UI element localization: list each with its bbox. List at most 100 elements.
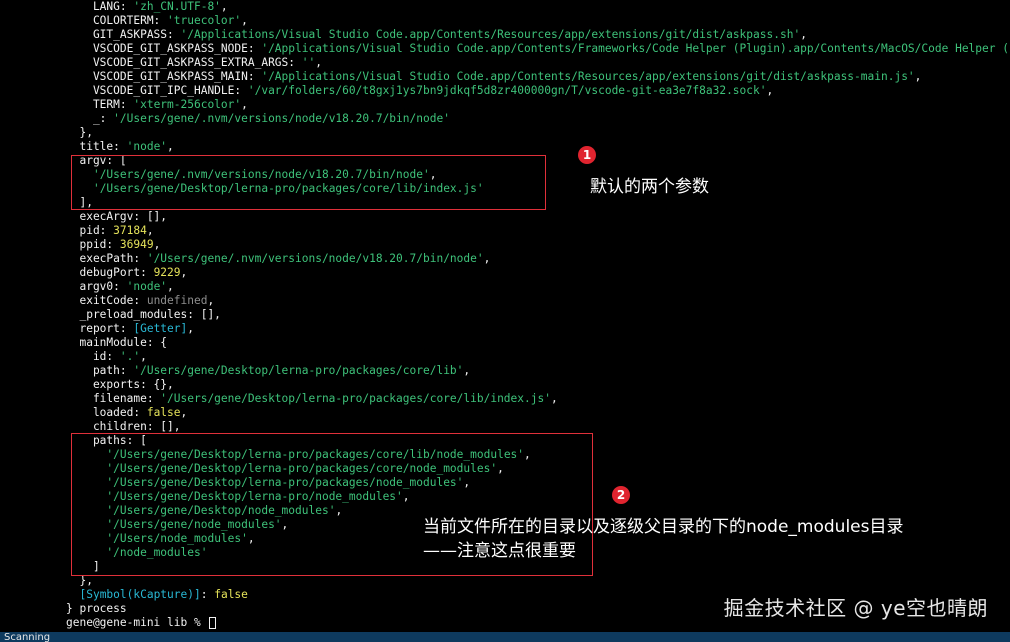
terminal-line: } process [66, 602, 127, 616]
terminal-token: 9229 [153, 266, 181, 279]
terminal-token: argv0: [66, 280, 127, 293]
terminal-token: execArgv: [], [66, 210, 168, 223]
terminal-token: '/Applications/Visual Studio Code.app/Co… [261, 42, 1010, 55]
terminal-token: }, [66, 126, 93, 139]
terminal-token: , [550, 392, 558, 405]
terminal-token: exitCode: [66, 294, 147, 307]
terminal-line: title: 'node', [66, 140, 174, 154]
terminal-token: undefined [146, 294, 208, 307]
terminal-token: loaded: [66, 406, 147, 419]
terminal-line: _: '/Users/gene/.nvm/versions/node/v18.2… [66, 112, 450, 126]
terminal-token: [Getter] [133, 322, 188, 335]
terminal-line: filename: '/Users/gene/Desktop/lerna-pro… [66, 392, 558, 406]
annotation-badge-1: 1 [578, 146, 596, 164]
terminal-line: report: [Getter], [66, 322, 194, 336]
terminal-token: , [914, 70, 922, 83]
terminal-token: '/var/folders/60/t8gxj1ys7bn9jdkqf5d8zr4… [247, 84, 767, 97]
terminal-token: '' [301, 56, 316, 69]
terminal-token: ppid: [66, 238, 120, 251]
terminal-token: , [220, 0, 228, 13]
terminal-token: false [146, 406, 181, 419]
terminal-token: id: [66, 350, 120, 363]
terminal-line: GIT_ASKPASS: '/Applications/Visual Studi… [66, 28, 807, 42]
terminal-token: debugPort: [66, 266, 154, 279]
terminal-line: ppid: 36949, [66, 238, 160, 252]
annotation-note-2-line-2: ——注意这点很重要 [423, 541, 576, 561]
terminal-prompt: gene@gene-mini lib % [66, 616, 208, 629]
terminal-line: loaded: false, [66, 406, 187, 420]
terminal-token: 'node' [126, 140, 168, 153]
terminal-line: LANG: 'zh_CN.UTF-8', [66, 0, 228, 14]
terminal-token: , [187, 322, 194, 335]
terminal-line: id: '.', [66, 350, 147, 364]
terminal-token: path: [66, 364, 134, 377]
terminal-token: _: [66, 112, 114, 125]
terminal-token: GIT_ASKPASS: [66, 28, 181, 41]
annotation-badge-2: 2 [612, 486, 630, 504]
terminal-token: title: [66, 140, 127, 153]
annotation-note-2-line-1: 当前文件所在的目录以及逐级父目录的下的node_modules目录 [423, 517, 904, 537]
terminal-token: } process [66, 602, 127, 615]
terminal-line: VSCODE_GIT_ASKPASS_NODE: '/Applications/… [66, 42, 1010, 56]
terminal-token: , [241, 98, 248, 111]
terminal-token: '/Users/gene/Desktop/lerna-pro/packages/… [160, 392, 551, 405]
terminal-line: TERM: 'xterm-256color', [66, 98, 248, 112]
terminal-token: _preload_modules: [], [66, 308, 221, 321]
terminal-line: COLORTERM: 'truecolor', [66, 14, 248, 28]
terminal-token: '/Applications/Visual Studio Code.app/Co… [261, 70, 915, 83]
terminal-token: , [180, 406, 188, 419]
terminal-prompt-line[interactable]: gene@gene-mini lib % [66, 616, 217, 630]
terminal-token: , [180, 266, 188, 279]
terminal-line: path: '/Users/gene/Desktop/lerna-pro/pac… [66, 364, 470, 378]
terminal-line: exports: {}, [66, 378, 174, 392]
terminal-token: '/Users/gene/Desktop/lerna-pro/packages/… [133, 364, 464, 377]
terminal-token: filename: [66, 392, 161, 405]
terminal-token: , [241, 14, 248, 27]
terminal-token: '/Applications/Visual Studio Code.app/Co… [180, 28, 801, 41]
status-text: Scanning [4, 632, 51, 642]
terminal-line: [Symbol(kCapture)]: false [66, 588, 248, 602]
terminal-token: , [140, 350, 147, 363]
terminal-line: VSCODE_GIT_ASKPASS_MAIN: '/Applications/… [66, 70, 921, 84]
terminal-line: }, [66, 574, 92, 588]
terminal-line: debugPort: 9229, [66, 266, 187, 280]
terminal-token: , [483, 252, 491, 265]
terminal-token: , [207, 294, 215, 307]
terminal-token: children: [], [66, 420, 181, 433]
terminal-token: '/Users/gene/.nvm/versions/node/v18.20.7… [113, 112, 450, 125]
terminal-token: VSCODE_GIT_IPC_HANDLE: [66, 84, 248, 97]
terminal-token: , [167, 140, 174, 153]
terminal-token: , [463, 364, 471, 377]
terminal-token: mainModule: { [66, 336, 168, 349]
terminal-line: }, [66, 126, 93, 140]
terminal-token: : [200, 588, 215, 601]
terminal-token: , [800, 28, 807, 41]
terminal-token: 'node' [126, 280, 168, 293]
terminal-token: 'xterm-256color' [133, 98, 242, 111]
terminal-token: '.' [119, 350, 141, 363]
terminal-line: VSCODE_GIT_ASKPASS_EXTRA_ARGS: '', [66, 56, 322, 70]
terminal-line: children: [], [66, 420, 181, 434]
terminal-token: '/Users/gene/.nvm/versions/node/v18.20.7… [146, 252, 484, 265]
terminal-token: , [146, 224, 154, 237]
terminal-token: 36949 [119, 238, 154, 251]
terminal-token: report: [66, 322, 134, 335]
terminal-line: pid: 37184, [66, 224, 154, 238]
terminal-token: LANG: [66, 0, 134, 13]
terminal-token: VSCODE_GIT_ASKPASS_MAIN: [66, 70, 262, 83]
terminal-token: VSCODE_GIT_ASKPASS_EXTRA_ARGS: [66, 56, 302, 69]
terminal-line: mainModule: { [66, 336, 167, 350]
terminal-cursor [209, 617, 217, 629]
terminal-token: false [214, 588, 248, 601]
annotation-note-1: 默认的两个参数 [590, 177, 709, 197]
terminal-token: pid: [66, 224, 114, 237]
terminal-line: exitCode: undefined, [66, 294, 214, 308]
terminal-token: 'truecolor' [167, 14, 242, 27]
terminal-token: [Symbol(kCapture)] [79, 588, 201, 601]
terminal-token: , [315, 56, 322, 69]
terminal-token: , [167, 280, 174, 293]
terminal-line: execPath: '/Users/gene/.nvm/versions/nod… [66, 252, 490, 266]
terminal-token: 'zh_CN.UTF-8' [133, 0, 221, 13]
terminal-token: VSCODE_GIT_ASKPASS_NODE: [66, 42, 262, 55]
terminal-token: execPath: [66, 252, 147, 265]
